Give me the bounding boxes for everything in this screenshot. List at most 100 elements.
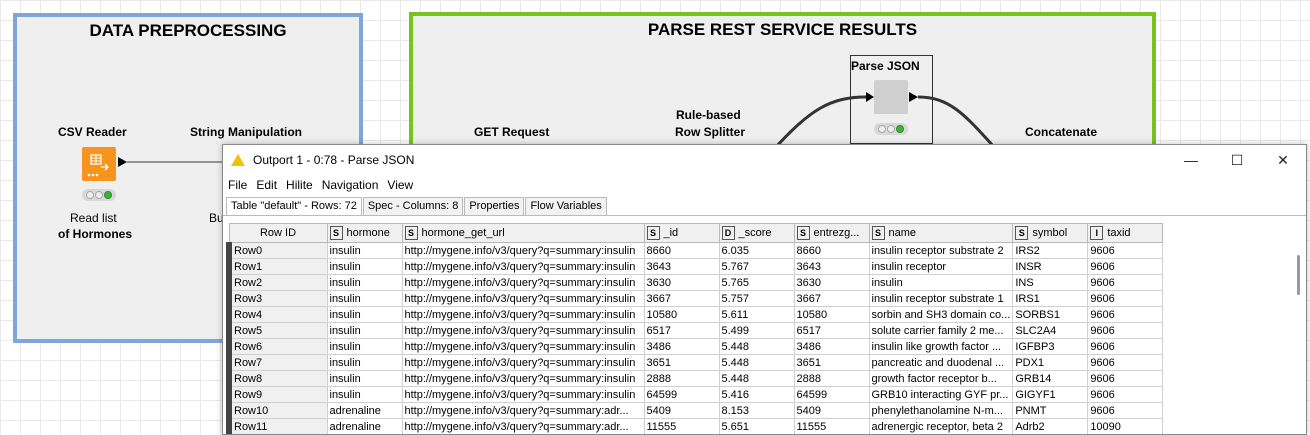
table-cell[interactable]: 3630 xyxy=(793,274,870,291)
table-cell[interactable]: 3667 xyxy=(643,290,720,307)
table-row[interactable]: Row10 adrenaline http://mygene.info/v3/que… xyxy=(226,402,1164,419)
minimize-button[interactable]: — xyxy=(1168,145,1214,175)
table-cell[interactable]: 6.035 xyxy=(718,242,795,259)
table-cell[interactable]: 5.448 xyxy=(718,338,795,355)
table-row[interactable]: Row6 insulin http://mygene.info/v3/query?q… xyxy=(226,338,1164,355)
table-cell[interactable]: 9606 xyxy=(1087,242,1164,259)
table-row[interactable]: Row4 insulin http://mygene.info/v3/query?q… xyxy=(226,306,1164,323)
table-cell[interactable]: insulin xyxy=(326,354,403,371)
row-id-cell[interactable]: Row5 xyxy=(226,322,328,339)
row-id-cell[interactable]: Row11 xyxy=(226,418,328,434)
table-cell[interactable]: 3667 xyxy=(793,290,870,307)
table-cell[interactable]: 5409 xyxy=(793,402,870,419)
column-header[interactable]: Sname xyxy=(868,223,1014,243)
row-id-cell[interactable]: Row7 xyxy=(226,354,328,371)
table-cell[interactable]: growth factor receptor b... xyxy=(868,370,1014,387)
column-header[interactable]: Shormone_get_url xyxy=(401,223,645,243)
row-id-cell[interactable]: Row9 xyxy=(226,386,328,403)
table-cell[interactable]: GIGYF1 xyxy=(1012,386,1089,403)
table-cell[interactable]: insulin xyxy=(326,306,403,323)
table-cell[interactable]: http://mygene.info/v3/query?q=summary:in… xyxy=(401,274,645,291)
table-cell[interactable]: INSR xyxy=(1012,258,1089,275)
table-cell[interactable]: 3651 xyxy=(643,354,720,371)
table-row[interactable]: Row3 insulin http://mygene.info/v3/query?q… xyxy=(226,290,1164,307)
column-header[interactable]: D _score xyxy=(718,223,795,243)
table-cell[interactable]: 5409 xyxy=(643,402,720,419)
table-cell[interactable]: SLC2A4 xyxy=(1012,322,1089,339)
table-row[interactable]: Row1 insulin http://mygene.info/v3/query?q… xyxy=(226,258,1164,275)
table-cell[interactable]: 64599 xyxy=(793,386,870,403)
row-id-cell[interactable]: Row2 xyxy=(226,274,328,291)
table-row[interactable]: Row11 adrenaline http://mygene.info/v3/que… xyxy=(226,418,1164,434)
table-cell[interactable]: 3486 xyxy=(643,338,720,355)
table-cell[interactable]: 2888 xyxy=(643,370,720,387)
table-row[interactable]: Row7 insulin http://mygene.info/v3/query?q… xyxy=(226,354,1164,371)
table-cell[interactable]: 9606 xyxy=(1087,386,1164,403)
row-id-cell[interactable]: Row4 xyxy=(226,306,328,323)
table-cell[interactable]: 9606 xyxy=(1087,258,1164,275)
table-cell[interactable]: INS xyxy=(1012,274,1089,291)
table-cell[interactable]: 10580 xyxy=(643,306,720,323)
table-cell[interactable]: insulin xyxy=(326,322,403,339)
tab-flow-variables[interactable]: Flow Variables xyxy=(525,197,607,215)
table-cell[interactable]: insulin xyxy=(326,290,403,307)
table-cell[interactable]: insulin receptor xyxy=(868,258,1014,275)
table-cell[interactable]: GRB14 xyxy=(1012,370,1089,387)
table-row[interactable]: Row5 insulin http://mygene.info/v3/query?q… xyxy=(226,322,1164,339)
row-id-cell[interactable]: Row1 xyxy=(226,258,328,275)
dialog-titlebar[interactable]: Outport 1 - 0:78 - Parse JSON — ☐ ✕ xyxy=(223,145,1306,175)
table-cell[interactable]: adrenaline xyxy=(326,418,403,434)
table-cell[interactable]: 5.499 xyxy=(718,322,795,339)
table-cell[interactable]: PNMT xyxy=(1012,402,1089,419)
table-cell[interactable]: http://mygene.info/v3/query?q=summary:in… xyxy=(401,370,645,387)
table-cell[interactable]: 3486 xyxy=(793,338,870,355)
table-cell[interactable]: 9606 xyxy=(1087,322,1164,339)
row-id-cell[interactable]: Row3 xyxy=(226,290,328,307)
table-cell[interactable]: http://mygene.info/v3/query?q=summary:in… xyxy=(401,386,645,403)
table-cell[interactable]: 9606 xyxy=(1087,354,1164,371)
table-cell[interactable]: 5.448 xyxy=(718,354,795,371)
table-cell[interactable]: insulin receptor substrate 2 xyxy=(868,242,1014,259)
row-id-cell[interactable]: Row8 xyxy=(226,370,328,387)
table-cell[interactable]: 9606 xyxy=(1087,338,1164,355)
column-header[interactable]: Ssymbol xyxy=(1012,223,1089,243)
table-cell[interactable]: IGFBP3 xyxy=(1012,338,1089,355)
table-cell[interactable]: http://mygene.info/v3/query?q=summary:in… xyxy=(401,258,645,275)
table-cell[interactable]: insulin xyxy=(326,242,403,259)
column-header[interactable]: S _id xyxy=(643,223,720,243)
table-cell[interactable]: 3630 xyxy=(643,274,720,291)
table-cell[interactable]: solute carrier family 2 me... xyxy=(868,322,1014,339)
menu-edit[interactable]: Edit xyxy=(256,178,277,192)
table-cell[interactable]: http://mygene.info/v3/query?q=summary:in… xyxy=(401,354,645,371)
table-cell[interactable]: 11555 xyxy=(793,418,870,434)
table-cell[interactable]: 64599 xyxy=(643,386,720,403)
table-row[interactable]: Row2 insulin http://mygene.info/v3/query?q… xyxy=(226,274,1164,291)
table-cell[interactable]: IRS1 xyxy=(1012,290,1089,307)
menu-navigation[interactable]: Navigation xyxy=(322,178,379,192)
table-row[interactable]: Row0 insulin http://mygene.info/v3/query?q… xyxy=(226,242,1164,259)
outport-dialog[interactable]: Outport 1 - 0:78 - Parse JSON — ☐ ✕ File… xyxy=(222,144,1307,435)
column-header[interactable]: Sentrezg... xyxy=(793,223,870,243)
table-cell[interactable]: 5.767 xyxy=(718,258,795,275)
table-cell[interactable]: 8.153 xyxy=(718,402,795,419)
table-cell[interactable]: 8660 xyxy=(793,242,870,259)
table-cell[interactable]: 9606 xyxy=(1087,370,1164,387)
table-cell[interactable]: 5.757 xyxy=(718,290,795,307)
table-cell[interactable]: SORBS1 xyxy=(1012,306,1089,323)
table-cell[interactable]: 6517 xyxy=(643,322,720,339)
table-cell[interactable]: 9606 xyxy=(1087,274,1164,291)
tab-properties[interactable]: Properties xyxy=(464,197,525,215)
table-cell[interactable]: insulin receptor substrate 1 xyxy=(868,290,1014,307)
table-cell[interactable]: 6517 xyxy=(793,322,870,339)
column-header[interactable]: Itaxid xyxy=(1087,223,1164,243)
data-table-container[interactable]: Row ID Shormone Shormone_get_url S _id D _scor… xyxy=(226,223,1286,434)
table-cell[interactable]: 9606 xyxy=(1087,402,1164,419)
row-id-cell[interactable]: Row6 xyxy=(226,338,328,355)
table-cell[interactable]: 5.651 xyxy=(718,418,795,434)
table-cell[interactable]: insulin xyxy=(326,258,403,275)
close-button[interactable]: ✕ xyxy=(1260,145,1306,175)
table-cell[interactable]: sorbin and SH3 domain co... xyxy=(868,306,1014,323)
table-cell[interactable]: adrenergic receptor, beta 2 xyxy=(868,418,1014,434)
table-cell[interactable]: insulin xyxy=(326,386,403,403)
vertical-scrollbar[interactable] xyxy=(1297,255,1300,295)
